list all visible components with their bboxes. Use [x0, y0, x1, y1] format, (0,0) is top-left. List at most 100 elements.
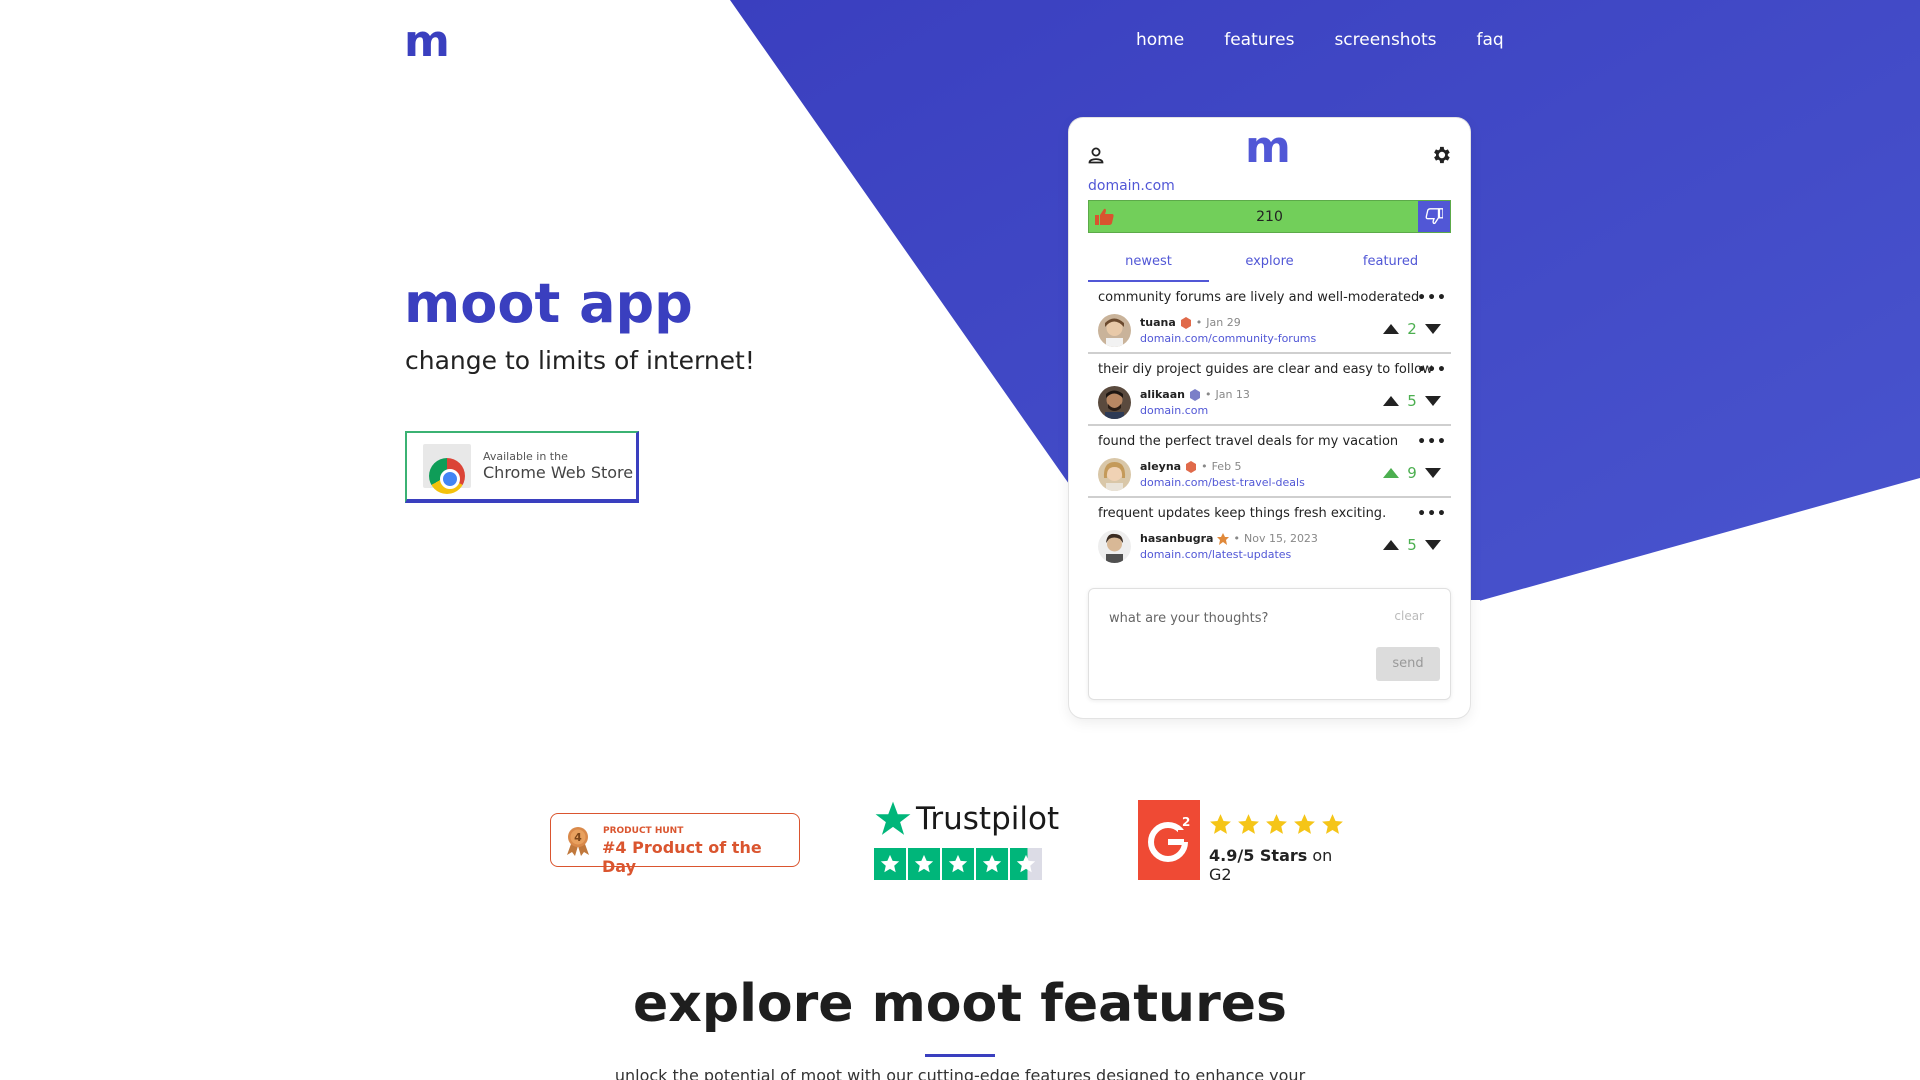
upvote-icon[interactable]: [1383, 540, 1399, 550]
hero-subtitle: change to limits of internet!: [405, 346, 755, 375]
g2-badge[interactable]: 2 4.9/5 Stars on G2: [1138, 800, 1348, 884]
post-date-dot: •: [1195, 316, 1203, 329]
post-user: tuana • Jan 29: [1140, 316, 1241, 329]
medal-number: 4: [574, 831, 582, 844]
upvote-icon[interactable]: [1383, 324, 1399, 334]
star-icon: [1322, 814, 1343, 834]
upvote-icon-active[interactable]: [1383, 468, 1399, 478]
avatar[interactable]: [1098, 530, 1131, 563]
trustpilot-badge[interactable]: Trustpilot: [874, 800, 1059, 880]
star-icon: [1266, 814, 1287, 834]
user-badge-icon: [1217, 532, 1230, 545]
post-username[interactable]: tuana: [1140, 316, 1176, 329]
chrome-web-store-button[interactable]: Available in the Chrome Web Store: [405, 431, 639, 503]
chrome-store-big-label: Chrome Web Store: [483, 463, 634, 482]
panel-logo: m: [1245, 122, 1291, 173]
post-item: their diy project guides are clear and e…: [1088, 354, 1451, 426]
clear-button[interactable]: clear: [1394, 609, 1424, 623]
post-link[interactable]: domain.com/best-travel-deals: [1140, 476, 1305, 489]
post-text: found the perfect travel deals for my va…: [1098, 434, 1399, 449]
send-button[interactable]: send: [1376, 647, 1440, 681]
tab-newest[interactable]: newest: [1088, 246, 1209, 282]
avatar[interactable]: [1098, 458, 1131, 491]
post-votes: 2: [1383, 320, 1441, 338]
downvote-icon[interactable]: [1425, 468, 1441, 478]
panel-tabs: newest explore featured: [1088, 246, 1451, 282]
post-score: 5: [1407, 392, 1417, 410]
gear-icon[interactable]: [1430, 144, 1452, 166]
post-username[interactable]: alikaan: [1140, 388, 1185, 401]
post-text: frequent updates keep things fresh excit…: [1098, 506, 1387, 521]
more-options-icon[interactable]: •••: [1417, 362, 1447, 378]
post-username[interactable]: aleyna: [1140, 460, 1181, 473]
nav-home[interactable]: home: [1136, 30, 1184, 50]
g2-stars: [1208, 812, 1345, 837]
features-divider: [925, 1054, 995, 1057]
more-options-icon[interactable]: •••: [1417, 290, 1447, 306]
trustpilot-title: Trustpilot: [874, 800, 1059, 838]
star-icon: [1294, 814, 1315, 834]
post-date: Jan 13: [1215, 388, 1250, 401]
product-hunt-badge[interactable]: 4 PRODUCT HUNT #4 Product of the Day: [550, 813, 800, 876]
post-date: Nov 15, 2023: [1243, 532, 1318, 545]
avatar[interactable]: [1098, 314, 1131, 347]
more-options-icon[interactable]: •••: [1417, 434, 1447, 450]
post-date-dot: •: [1201, 460, 1208, 473]
post-link[interactable]: domain.com/community-forums: [1140, 332, 1316, 345]
post-date-dot: •: [1233, 532, 1240, 545]
comment-composer[interactable]: what are your thoughts? clear send: [1088, 588, 1451, 700]
tab-featured[interactable]: featured: [1330, 246, 1451, 282]
tab-explore[interactable]: explore: [1209, 246, 1330, 282]
hero-title: moot app: [404, 272, 693, 335]
chrome-store-small-label: Available in the: [483, 450, 568, 463]
star-icon: [1238, 814, 1259, 834]
post-item: frequent updates keep things fresh excit…: [1088, 498, 1451, 570]
svg-text:2: 2: [1182, 815, 1190, 829]
g2-rating: 4.9/5 Stars: [1209, 846, 1308, 865]
post-text: their diy project guides are clear and e…: [1098, 362, 1433, 377]
trustpilot-name: Trustpilot: [916, 801, 1060, 837]
site-logo[interactable]: m: [404, 20, 450, 64]
post-date: Jan 29: [1206, 316, 1241, 329]
upvote-icon[interactable]: [1383, 396, 1399, 406]
post-user: alikaan • Jan 13: [1140, 388, 1250, 401]
product-hunt-rank: #4 Product of the Day: [602, 838, 762, 876]
main-nav: home features screenshots faq: [1136, 30, 1504, 50]
star-icon: [874, 848, 906, 880]
post-user: hasanbugra • Nov 15, 2023: [1140, 532, 1318, 545]
post-date: Feb 5: [1211, 460, 1242, 473]
features-title: explore moot features: [633, 974, 1287, 1034]
chrome-logo-icon: [429, 458, 465, 494]
current-domain[interactable]: domain.com: [1088, 178, 1175, 194]
user-badge-icon: [1189, 388, 1200, 401]
nav-features[interactable]: features: [1224, 30, 1294, 50]
post-votes: 5: [1383, 392, 1441, 410]
downvote-icon[interactable]: [1425, 324, 1441, 334]
post-user: aleyna • Feb 5: [1140, 460, 1242, 473]
post-item: found the perfect travel deals for my va…: [1088, 426, 1451, 498]
user-icon[interactable]: [1087, 146, 1105, 164]
post-score: 5: [1407, 536, 1417, 554]
downvote-icon[interactable]: [1425, 540, 1441, 550]
user-badge-icon: [1180, 316, 1191, 329]
thumbs-down-button[interactable]: [1418, 201, 1450, 232]
post-link[interactable]: domain.com: [1140, 404, 1208, 417]
nav-faq[interactable]: faq: [1477, 30, 1504, 50]
comment-input[interactable]: what are your thoughts?: [1109, 611, 1268, 626]
star-icon: [908, 848, 940, 880]
downvote-icon[interactable]: [1425, 396, 1441, 406]
half-star-icon: [1010, 848, 1042, 880]
trustpilot-stars: [874, 848, 1042, 880]
post-votes: 9: [1383, 464, 1441, 482]
post-score: 2: [1407, 320, 1417, 338]
star-icon: [976, 848, 1008, 880]
avatar[interactable]: [1098, 386, 1131, 419]
product-hunt-label: PRODUCT HUNT: [603, 826, 684, 836]
post-item: community forums are lively and well-mod…: [1088, 282, 1451, 354]
post-username[interactable]: hasanbugra: [1140, 532, 1213, 545]
moot-extension-panel: m domain.com 210 newest explore featured…: [1069, 118, 1470, 718]
post-link[interactable]: domain.com/latest-updates: [1140, 548, 1291, 561]
star-icon: [942, 848, 974, 880]
more-options-icon[interactable]: •••: [1417, 506, 1447, 522]
nav-screenshots[interactable]: screenshots: [1334, 30, 1436, 50]
